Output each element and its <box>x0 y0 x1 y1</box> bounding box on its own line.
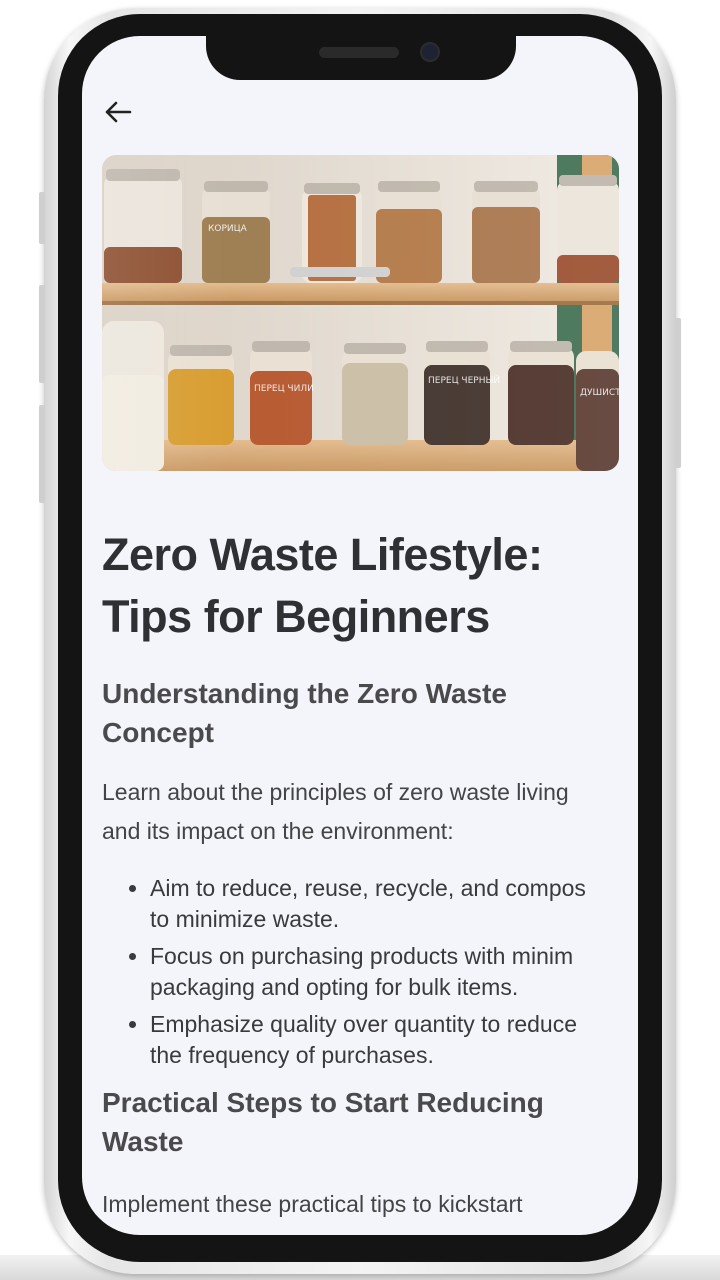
arrow-left-icon <box>105 101 132 123</box>
list-item: Emphasize quality over quantity to reduc… <box>150 1009 627 1071</box>
speaker-grille <box>319 47 399 58</box>
power-button <box>675 318 681 468</box>
section-intro: Implement these practical tips to kickst… <box>102 1191 523 1217</box>
app-screen: КОРИЦА ПЕРЕЦ ЧИЛИ ПЕРЕЦ ЧЕРНЫЙ ДУШИСТ Ze… <box>82 36 638 1235</box>
article: Zero Waste Lifestyle: Tips for Beginners… <box>102 524 627 1224</box>
title-line: Zero Waste Lifestyle: <box>102 529 543 580</box>
hero-image: КОРИЦА ПЕРЕЦ ЧИЛИ ПЕРЕЦ ЧЕРНЫЙ ДУШИСТ <box>102 155 619 471</box>
section-intro: Learn about the principles of zero waste… <box>102 779 569 844</box>
volume-up-button <box>39 285 45 383</box>
phone-notch <box>206 14 516 80</box>
volume-down-button <box>39 405 45 503</box>
article-title: Zero Waste Lifestyle: Tips for Beginners <box>102 524 627 648</box>
section-heading: Understanding the Zero Waste Concept <box>102 678 508 748</box>
list-item: Aim to reduce, reuse, recycle, and compo… <box>150 873 627 935</box>
tips-list: Aim to reduce, reuse, recycle, and compo… <box>102 873 627 1071</box>
spice-jars-photo: КОРИЦА ПЕРЕЦ ЧИЛИ ПЕРЕЦ ЧЕРНЫЙ ДУШИСТ <box>102 155 619 471</box>
mute-switch <box>39 192 45 244</box>
front-camera <box>420 42 440 62</box>
back-button[interactable] <box>100 94 136 130</box>
section-heading: Practical Steps to Start Reducing Waste <box>102 1087 544 1157</box>
title-line: Tips for Beginners <box>102 591 490 642</box>
list-item: Focus on purchasing products with minim … <box>150 941 627 1003</box>
